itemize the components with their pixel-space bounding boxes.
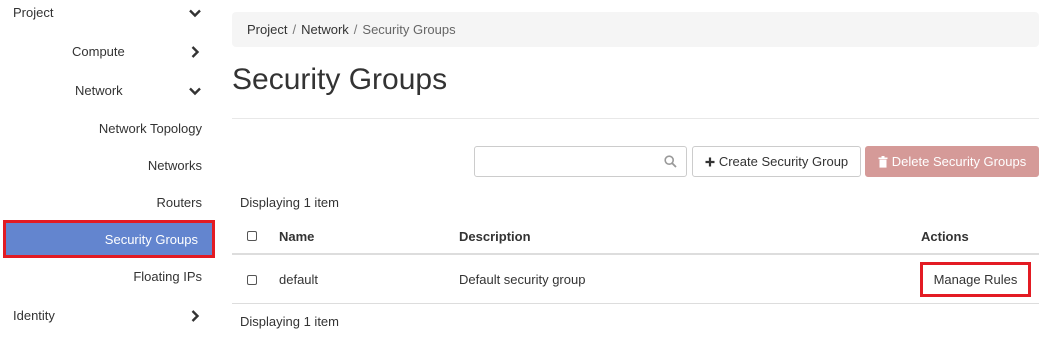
chevron-down-icon <box>188 84 202 98</box>
row-select-cell <box>247 256 257 303</box>
page-title: Security Groups <box>232 63 448 96</box>
column-header-description[interactable]: Description <box>459 219 531 253</box>
manage-rules-button[interactable]: Manage Rules <box>920 262 1031 297</box>
sidebar-item-floating-ips[interactable]: Floating IPs <box>0 258 216 295</box>
sidebar-item-label: Identity <box>13 308 55 323</box>
column-header-name[interactable]: Name <box>279 219 314 253</box>
search-icon[interactable] <box>664 155 677 168</box>
sidebar-item-label: Security Groups <box>104 231 198 247</box>
row-name: default <box>279 272 319 287</box>
sidebar-item-label: Networks <box>147 158 202 173</box>
sidebar-item-identity[interactable]: Identity <box>0 297 216 334</box>
table-header: Name Description Actions <box>232 219 1039 255</box>
item-count-bottom: Displaying 1 item <box>240 314 339 329</box>
sidebar-item-label: Floating IPs <box>133 269 202 284</box>
sidebar-item-label: Routers <box>156 195 202 210</box>
row-description: Default security group <box>459 272 586 287</box>
select-all-cell <box>247 219 257 253</box>
sidebar-item-project[interactable]: Project <box>0 0 216 31</box>
breadcrumb: Project / Network / Security Groups <box>232 12 1039 47</box>
create-security-group-button[interactable]: Create Security Group <box>692 146 861 177</box>
sidebar-item-label: Network <box>75 83 123 98</box>
sidebar-item-compute[interactable]: Compute <box>0 33 216 70</box>
table-row: default Default security group <box>232 256 1039 304</box>
search-field[interactable] <box>474 146 687 177</box>
breadcrumb-separator: / <box>292 22 297 37</box>
sidebar-item-routers[interactable]: Routers <box>0 184 216 221</box>
delete-security-groups-label: Delete Security Groups <box>891 154 1027 169</box>
sidebar: Project Compute Network Network Topology… <box>0 0 216 341</box>
column-header-actions: Actions <box>921 228 969 244</box>
sidebar-item-security-groups[interactable]: Security Groups <box>3 220 215 258</box>
chevron-down-icon <box>188 6 202 20</box>
select-all-checkbox[interactable] <box>247 231 257 241</box>
item-count-top: Displaying 1 item <box>240 195 339 210</box>
divider <box>232 118 1039 119</box>
plus-icon <box>705 157 715 167</box>
create-security-group-label: Create Security Group <box>718 154 849 169</box>
search-input[interactable] <box>475 147 655 176</box>
sidebar-item-networks[interactable]: Networks <box>0 147 216 184</box>
row-checkbox[interactable] <box>247 274 257 285</box>
chevron-right-icon <box>188 45 202 59</box>
delete-security-groups-button[interactable]: Delete Security Groups <box>865 146 1039 177</box>
sidebar-item-label: Compute <box>72 44 125 59</box>
sidebar-item-label: Project <box>13 5 54 20</box>
breadcrumb-project[interactable]: Project <box>247 22 287 37</box>
sidebar-item-network-topology[interactable]: Network Topology <box>0 110 216 147</box>
chevron-right-icon <box>188 309 202 323</box>
breadcrumb-network[interactable]: Network <box>301 22 349 37</box>
sidebar-item-label: Network Topology <box>98 121 202 136</box>
trash-icon <box>878 155 888 168</box>
breadcrumb-separator: / <box>353 22 358 37</box>
sidebar-item-network[interactable]: Network <box>0 72 216 109</box>
breadcrumb-security-groups: Security Groups <box>362 22 456 37</box>
